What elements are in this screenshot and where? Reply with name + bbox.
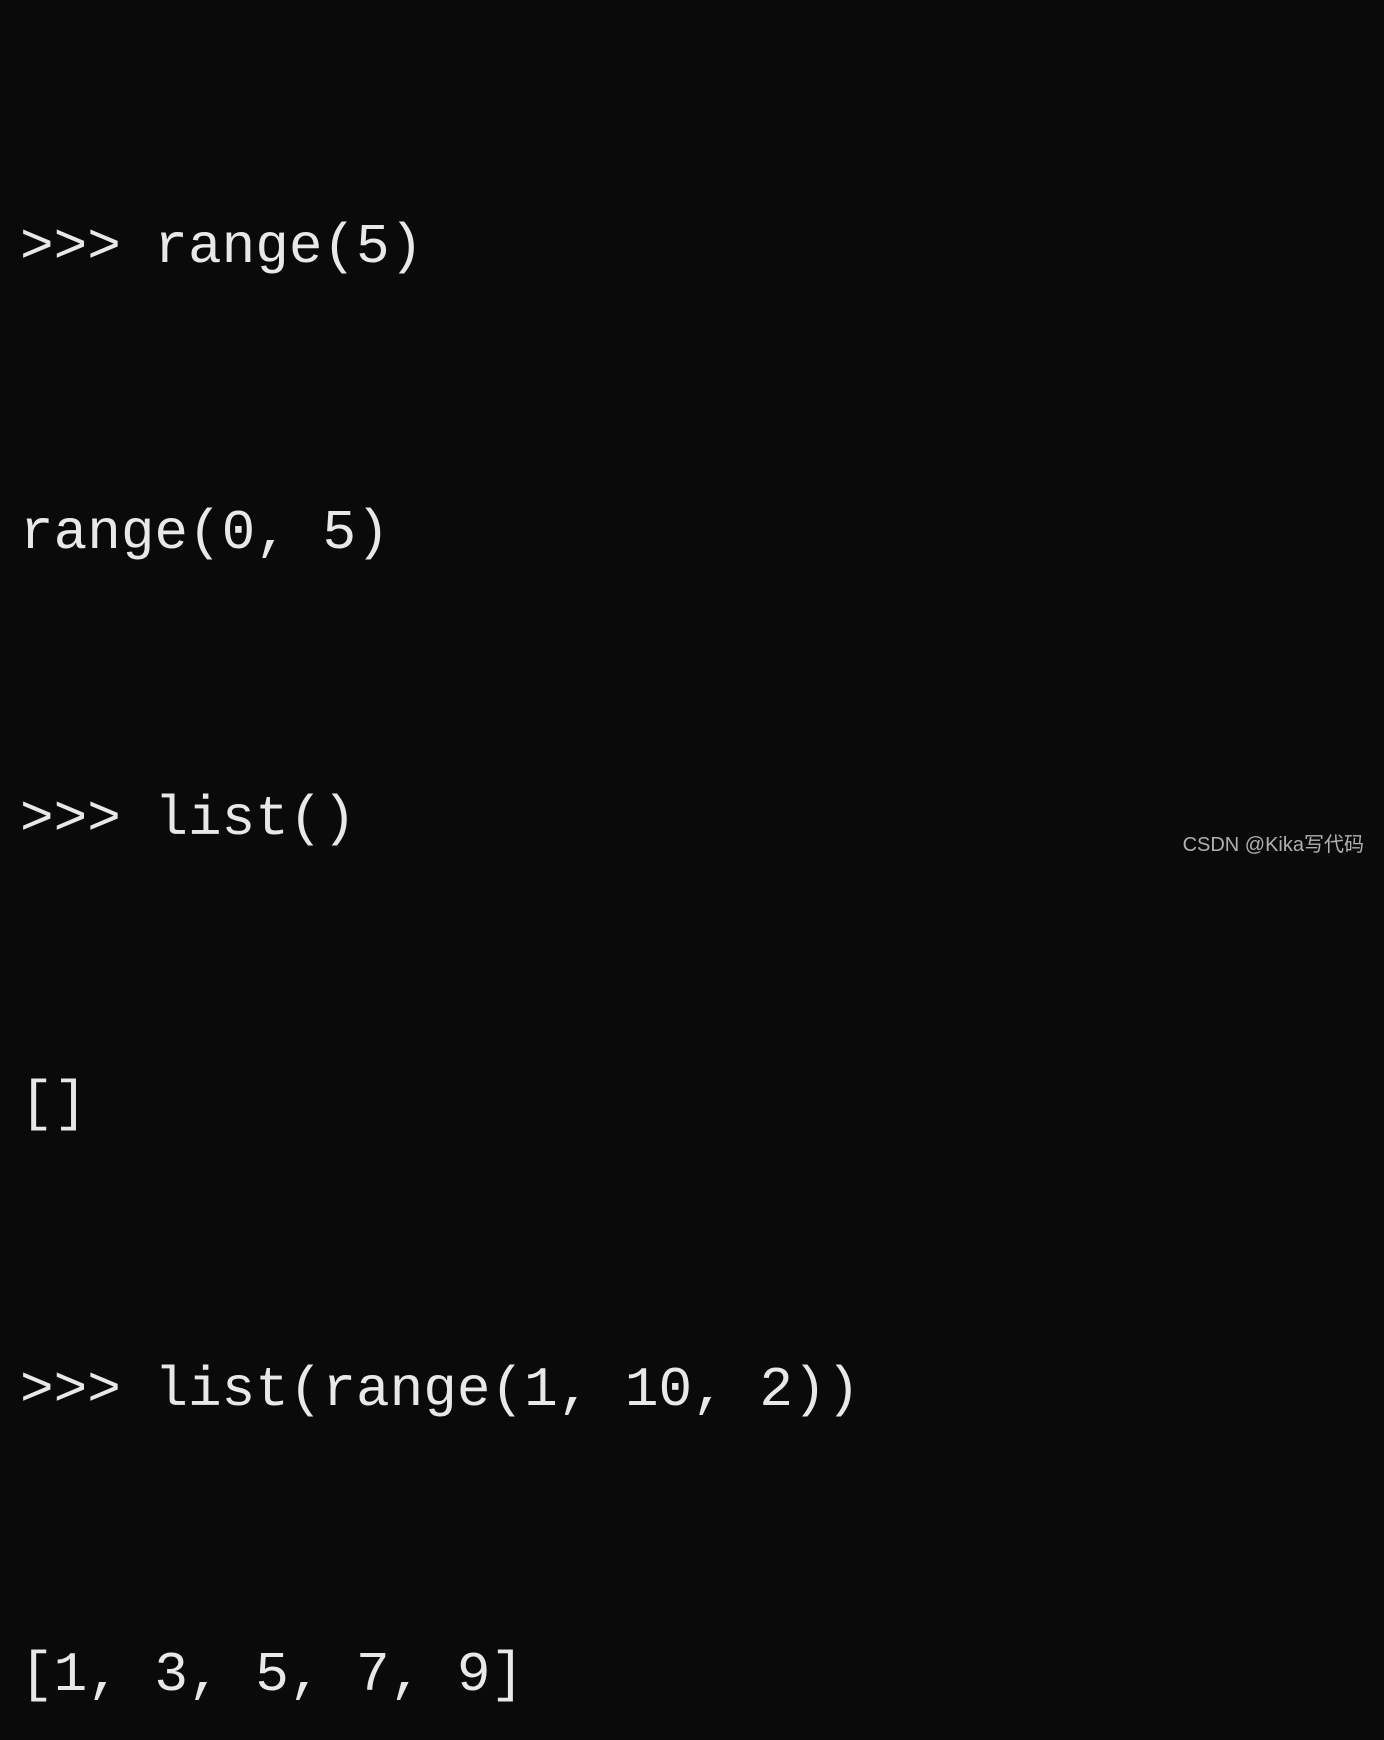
terminal-line: range(0, 5) xyxy=(20,486,1364,581)
repl-input: list() xyxy=(154,787,356,851)
terminal-line: >>> list(range(1, 10, 2)) xyxy=(20,1343,1364,1438)
repl-input: list(range(1, 10, 2)) xyxy=(154,1358,860,1422)
terminal-line: >>> range(5) xyxy=(20,200,1364,295)
repl-prompt: >>> xyxy=(20,215,154,279)
repl-prompt: >>> xyxy=(20,787,154,851)
repl-prompt: >>> xyxy=(20,1358,154,1422)
terminal-line: [] xyxy=(20,1057,1364,1152)
terminal-line: [1, 3, 5, 7, 9] xyxy=(20,1628,1364,1723)
repl-output: [1, 3, 5, 7, 9] xyxy=(20,1643,524,1707)
repl-output: [] xyxy=(20,1072,87,1136)
terminal-output[interactable]: >>> range(5) range(0, 5) >>> list() [] >… xyxy=(20,10,1364,1740)
watermark-text: CSDN @Kika写代码 xyxy=(1183,828,1364,862)
terminal-line: >>> list() xyxy=(20,772,1364,867)
repl-input: range(5) xyxy=(154,215,423,279)
repl-output: range(0, 5) xyxy=(20,501,390,565)
